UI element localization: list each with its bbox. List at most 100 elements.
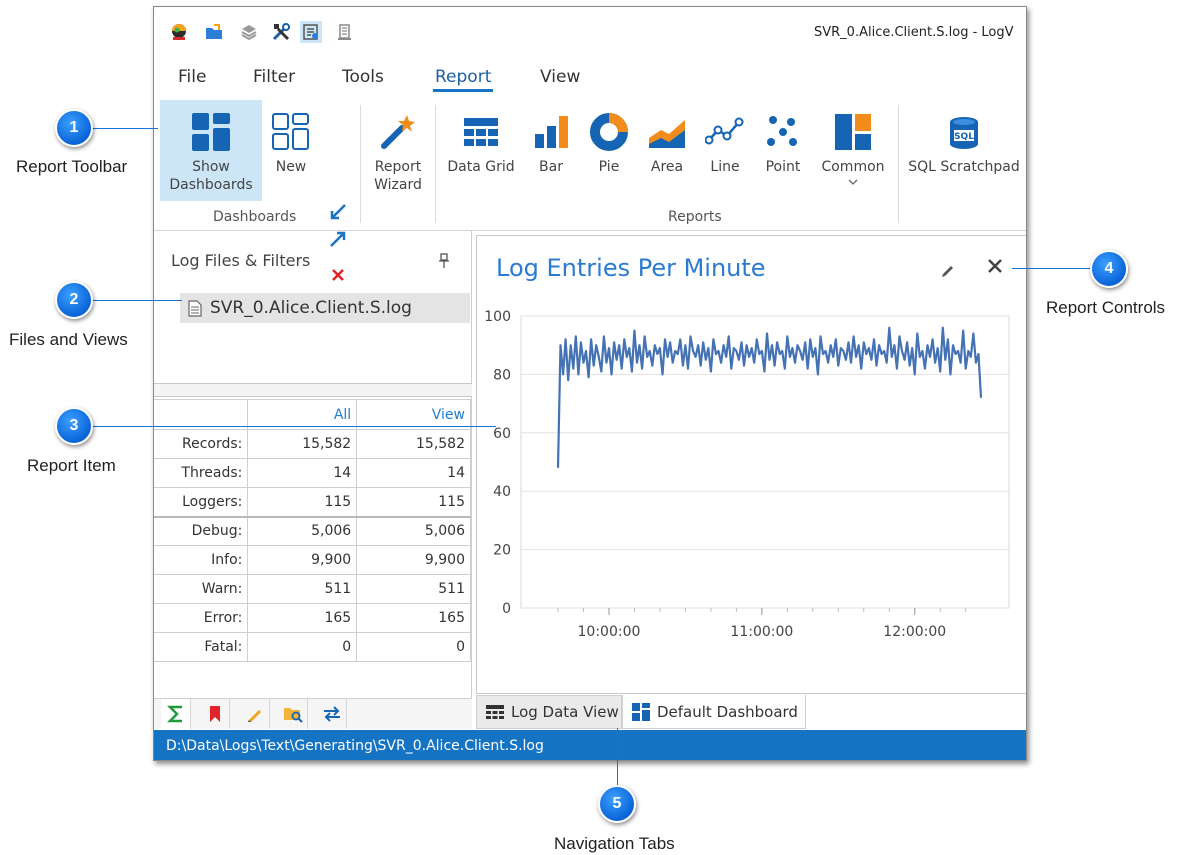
cell-all: 15,582 — [247, 429, 358, 459]
show-dashboards-button[interactable]: Show Dashboards — [160, 100, 262, 201]
table-header-all[interactable]: All — [247, 399, 358, 430]
swap-arrows-icon[interactable] — [317, 699, 347, 729]
row-label: Error: — [154, 603, 249, 633]
table-header-view[interactable]: View — [356, 399, 471, 430]
x-tick-label: 10:00:00 — [578, 624, 641, 640]
bookmark-icon[interactable] — [200, 699, 230, 729]
callout-label-report-toolbar: Report Toolbar — [16, 157, 128, 176]
open-folder-icon[interactable] — [203, 21, 225, 43]
table-row: Records: 15,582 15,582 — [154, 429, 471, 459]
tab-log-data-view-label: Log Data View — [511, 703, 619, 721]
app-window: SVR_0.Alice.Client.S.log - LogV File Fil… — [153, 6, 1027, 761]
cell-all: 165 — [247, 603, 358, 633]
cell-all: 0 — [247, 632, 358, 662]
tab-report[interactable]: Report — [432, 67, 494, 92]
callout-badge-2: 2 — [55, 281, 93, 319]
ribbon-separator — [435, 105, 436, 223]
svg-text:SQL: SQL — [954, 132, 974, 142]
y-tick-label: 60 — [493, 426, 511, 442]
cell-view: 14 — [356, 458, 471, 488]
edit-pencil-icon[interactable] — [939, 260, 957, 278]
area-chart-button[interactable]: Area — [640, 100, 694, 201]
tools-icon[interactable] — [270, 21, 292, 43]
tab-file[interactable]: File — [178, 67, 206, 87]
log-file-item[interactable]: SVR_0.Alice.Client.S.log — [180, 293, 470, 323]
app-logo-icon[interactable] — [168, 21, 190, 43]
row-label: Warn: — [154, 574, 249, 604]
report-wizard-button[interactable]: Report Wizard — [367, 100, 429, 201]
pie-chart-button[interactable]: Pie — [582, 100, 636, 201]
line-chart-icon — [705, 117, 744, 145]
folder-search-icon[interactable] — [278, 699, 308, 729]
dashboards-group-label: Dashboards — [213, 209, 297, 225]
series-line — [556, 326, 983, 468]
data-grid-button[interactable]: Data Grid — [442, 100, 520, 201]
callout-line — [617, 728, 618, 786]
cell-all: 14 — [247, 458, 358, 488]
tab-log-data-view[interactable]: Log Data View — [476, 695, 622, 729]
row-label: Loggers: — [154, 487, 249, 517]
stats-table: All View Records: 15,582 15,582 Threads: 14… — [154, 399, 471, 662]
table-header — [154, 399, 249, 430]
tab-default-dashboard[interactable]: Default Dashboard — [622, 695, 806, 729]
menu-bar: File Filter Tools Report View — [154, 59, 1026, 97]
import-arrow-icon[interactable] — [327, 201, 349, 223]
pin-icon[interactable] — [437, 253, 451, 269]
callout-label-report-controls: Report Controls — [1046, 298, 1166, 317]
x-tick-label: 12:00:00 — [883, 624, 946, 640]
table-row: Info: 9,900 9,900 — [154, 545, 471, 575]
row-label: Records: — [154, 429, 249, 459]
pencil-icon[interactable] — [240, 699, 270, 729]
log-entries-line-chart: 0 20 40 60 80 100 10:00:00 11:00:00 12:00:00 — [484, 309, 1010, 640]
tab-view[interactable]: View — [540, 67, 580, 87]
data-grid-icon — [464, 118, 498, 146]
cell-all: 115 — [247, 487, 358, 517]
title-bar: SVR_0.Alice.Client.S.log - LogV — [154, 7, 1026, 59]
report-ribbon: Show Dashboards New Dashboards Report Wi… — [154, 97, 1026, 281]
ribbon-separator — [898, 105, 899, 223]
report-title: Log Entries Per Minute — [496, 254, 766, 282]
common-reports-button[interactable]: Common — [816, 100, 890, 201]
callout-line — [92, 300, 182, 301]
table-row: Error: 165 165 — [154, 603, 471, 633]
bar-chart-label: Bar — [539, 159, 563, 175]
sql-scratchpad-label: SQL Scratchpad — [908, 159, 1020, 175]
tab-filter[interactable]: Filter — [253, 67, 295, 87]
cell-all: 5,006 — [247, 515, 358, 546]
cell-all: 9,900 — [247, 545, 358, 575]
y-tick-label: 40 — [493, 484, 511, 500]
sigma-icon[interactable] — [161, 699, 191, 729]
layers-icon[interactable] — [238, 21, 260, 43]
chevron-down-icon — [848, 179, 858, 185]
callout-line — [92, 426, 496, 427]
callout-badge-3: 3 — [55, 407, 93, 445]
close-icon[interactable] — [985, 256, 1005, 276]
cell-all: 511 — [247, 574, 358, 604]
dashboard-refresh-icon[interactable] — [300, 21, 322, 43]
line-chart-button[interactable]: Line — [698, 100, 752, 201]
callout-badge-5: 5 — [598, 785, 636, 823]
point-chart-icon — [767, 116, 797, 146]
table-row: Threads: 14 14 — [154, 458, 471, 488]
tab-tools[interactable]: Tools — [342, 67, 384, 87]
sql-database-icon: SQL — [950, 117, 978, 149]
sql-scratchpad-button[interactable]: SQL SQL Scratchpad — [906, 100, 1022, 201]
status-bar: D:\Data\Logs\Text\Generating\SVR_0.Alice… — [154, 730, 1026, 760]
new-dashboard-icon — [272, 113, 309, 150]
point-chart-button[interactable]: Point — [756, 100, 810, 201]
table-row: Fatal: 0 0 — [154, 632, 471, 662]
data-grid-icon — [486, 705, 504, 719]
document-stack-icon[interactable] — [334, 21, 356, 43]
panel-splitter[interactable] — [154, 383, 472, 397]
x-tick-label: 11:00:00 — [730, 624, 793, 640]
bar-chart-button[interactable]: Bar — [524, 100, 578, 201]
area-chart-label: Area — [650, 159, 684, 175]
callout-badge-1: 1 — [55, 109, 93, 147]
new-dashboard-button[interactable]: New — [262, 100, 320, 201]
log-file-name: SVR_0.Alice.Client.S.log — [210, 298, 412, 318]
document-icon — [180, 299, 210, 317]
magic-wand-icon — [381, 115, 415, 149]
dashboard-tiles-icon — [192, 113, 230, 151]
y-tick-label: 100 — [484, 309, 511, 325]
new-dashboard-label: New — [275, 159, 307, 175]
